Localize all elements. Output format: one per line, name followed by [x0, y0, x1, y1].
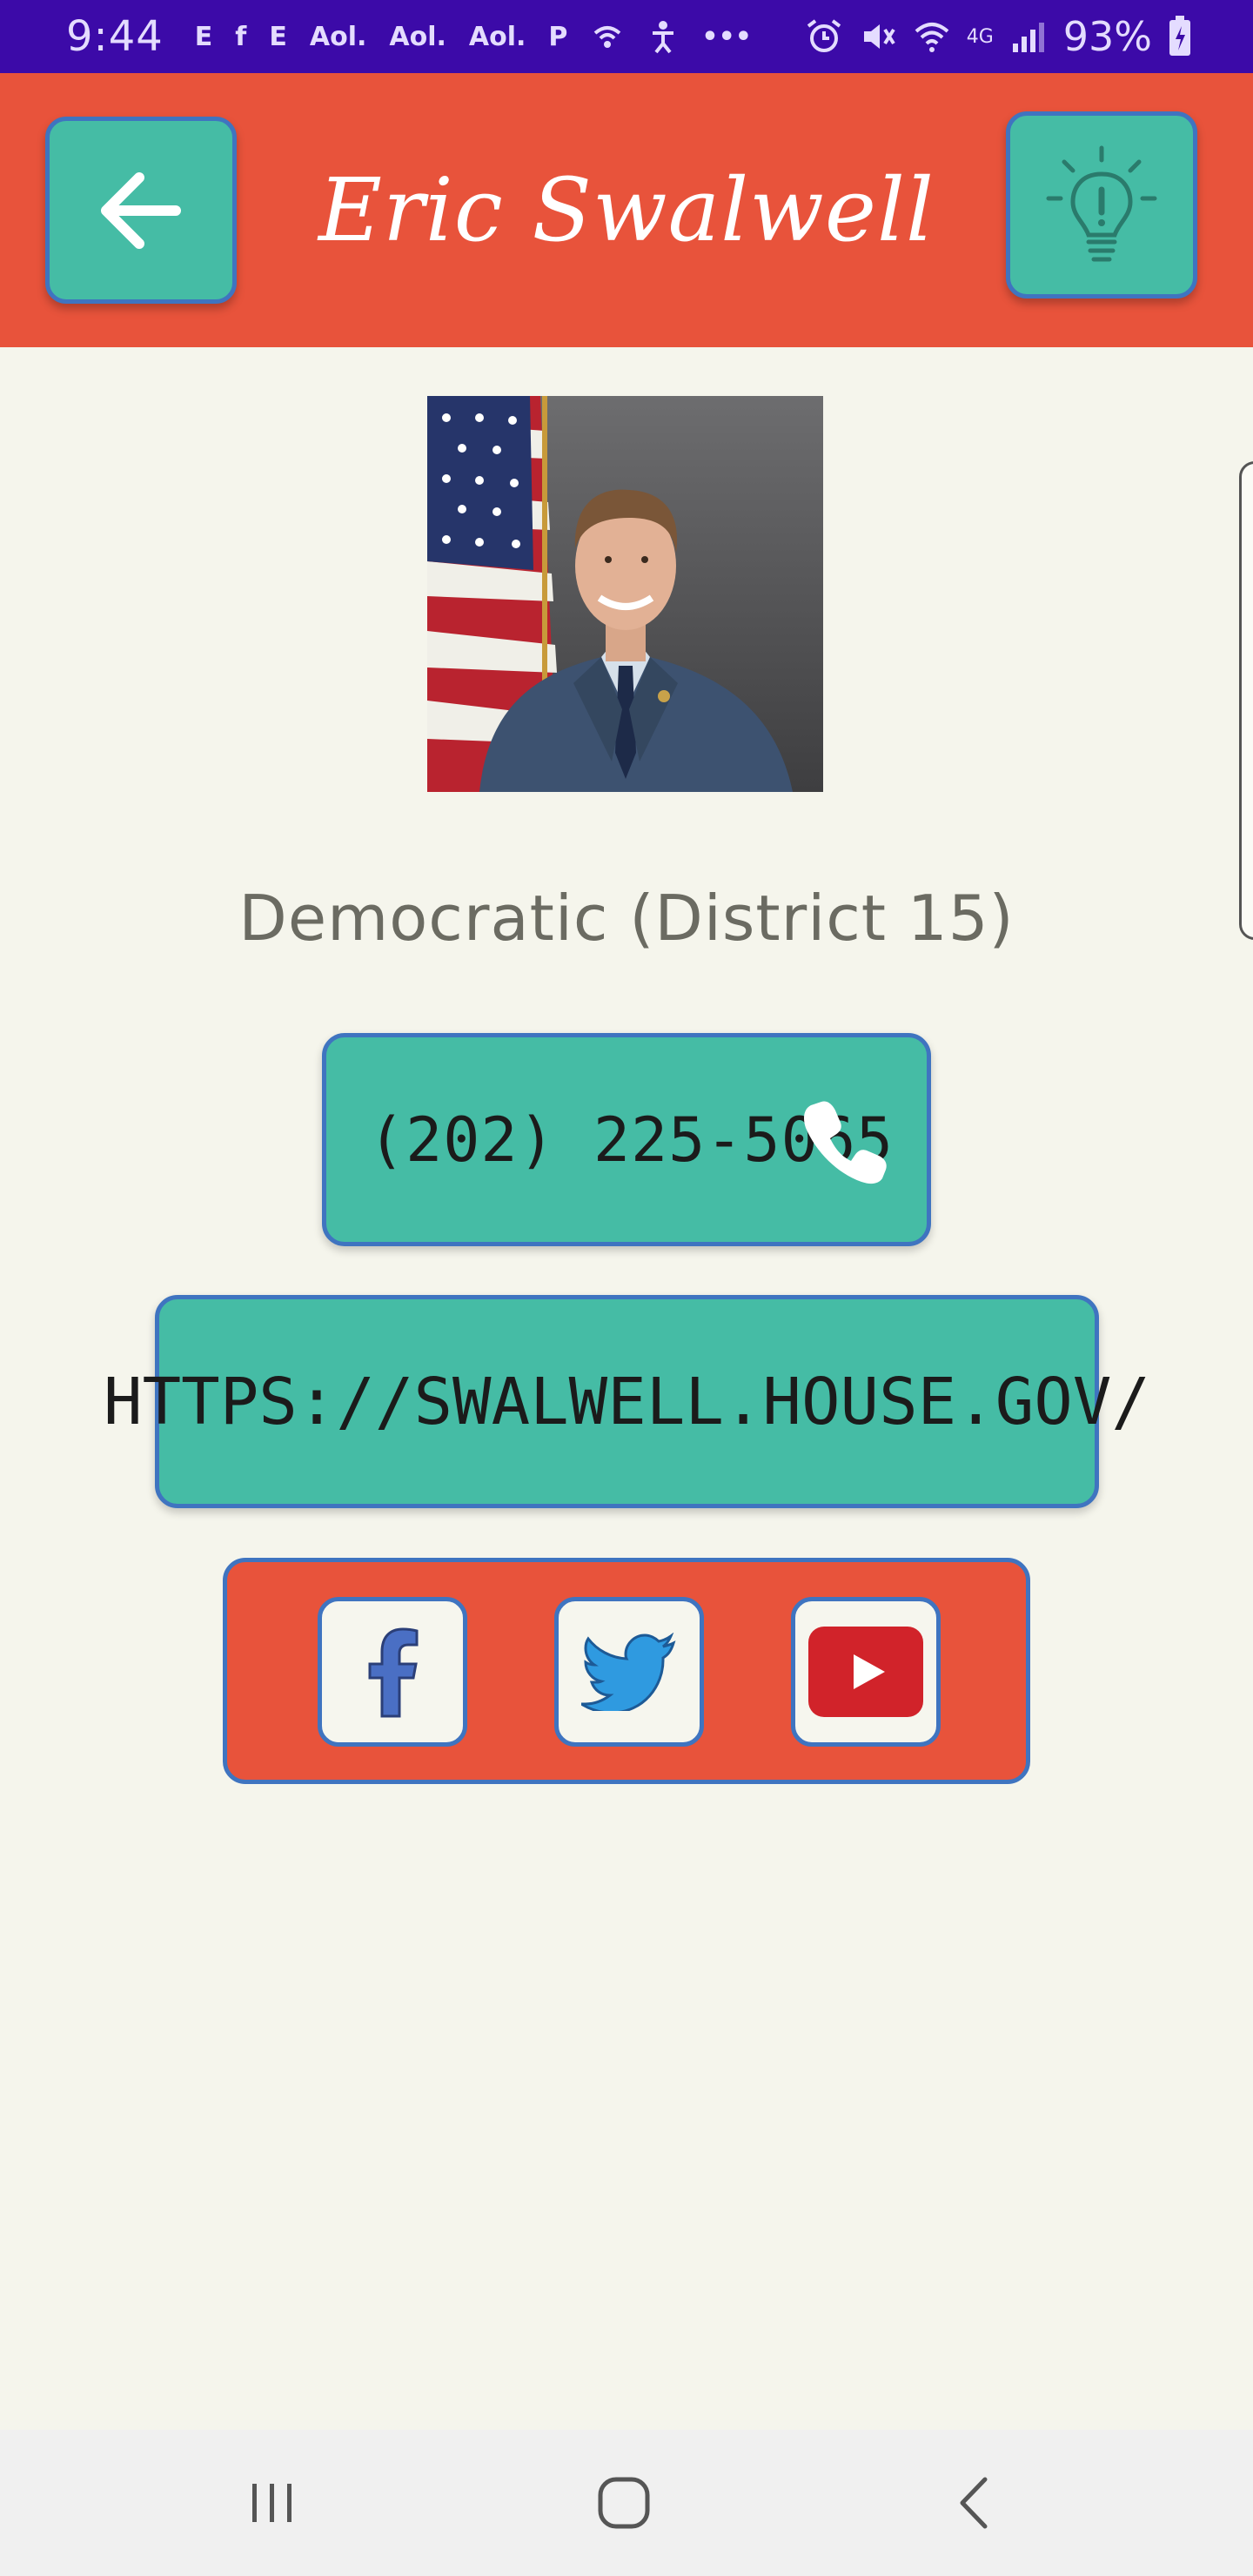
battery-icon	[1169, 16, 1190, 56]
profile-photo	[427, 396, 823, 792]
notification-aol-icon: Aol.	[468, 21, 526, 52]
website-button[interactable]: HTTPS://SWALWELL.HOUSE.GOV/	[104, 1295, 1150, 1508]
party-district: Democratic (District 15)	[238, 882, 1015, 955]
notification-e-icon: E	[269, 21, 287, 52]
notification-p-icon: P	[548, 21, 568, 52]
app-header: Eric Swalwell	[0, 73, 1253, 347]
back-button[interactable]	[45, 117, 237, 304]
chevron-left-icon	[960, 2477, 988, 2529]
twitter-icon	[581, 1633, 676, 1711]
recent-apps-button[interactable]	[186, 2430, 360, 2576]
alarm-icon	[807, 19, 841, 52]
system-nav-bar	[0, 2430, 1253, 2576]
page-title: Eric Swalwell	[318, 159, 935, 261]
notification-icons: E f E Aol. Aol. Aol. P •••	[195, 19, 752, 54]
social-links-panel	[223, 1558, 1030, 1784]
status-left: 9:44 E f E Aol. Aol. Aol. P •••	[66, 0, 752, 73]
system-back-button[interactable]	[888, 2430, 1062, 2576]
signal-icon	[1012, 23, 1044, 52]
status-right: 4G 93%	[805, 0, 1192, 73]
phone-icon	[804, 1101, 887, 1184]
youtube-button[interactable]	[791, 1597, 941, 1747]
notification-facebook-icon: f	[235, 21, 247, 52]
home-button[interactable]	[537, 2430, 711, 2576]
twitter-button[interactable]	[554, 1597, 704, 1747]
screen: 9:44 E f E Aol. Aol. Aol. P ••• 4G 93% E…	[0, 0, 1253, 2576]
website-url: HTTPS://SWALWELL.HOUSE.GOV/	[104, 1364, 1150, 1439]
arrow-left-icon	[101, 171, 181, 249]
status-time: 9:44	[66, 12, 164, 61]
battery-percent: 93%	[1062, 13, 1152, 60]
notification-aol-icon: Aol.	[389, 21, 446, 52]
mute-icon	[863, 24, 895, 49]
youtube-icon	[808, 1627, 923, 1717]
notification-aol-icon: Aol.	[309, 21, 367, 52]
home-icon	[598, 2477, 650, 2529]
lightbulb-icon	[1046, 145, 1157, 261]
wifi-icon	[915, 23, 949, 52]
tip-button[interactable]	[1006, 111, 1197, 299]
side-panel-handle[interactable]	[1239, 461, 1253, 940]
status-bar: 9:44 E f E Aol. Aol. Aol. P ••• 4G 93%	[0, 0, 1253, 73]
facebook-icon	[368, 1627, 419, 1718]
recent-apps-icon	[252, 2484, 291, 2522]
more-icon: •••	[701, 21, 752, 52]
phone-button[interactable]: (202) 225-5065	[322, 1033, 931, 1246]
accessibility-icon	[653, 21, 674, 54]
notification-e-icon: E	[194, 21, 213, 52]
facebook-button[interactable]	[318, 1597, 467, 1747]
network-type: 4G	[966, 25, 994, 48]
wifi-call-icon	[594, 26, 621, 48]
